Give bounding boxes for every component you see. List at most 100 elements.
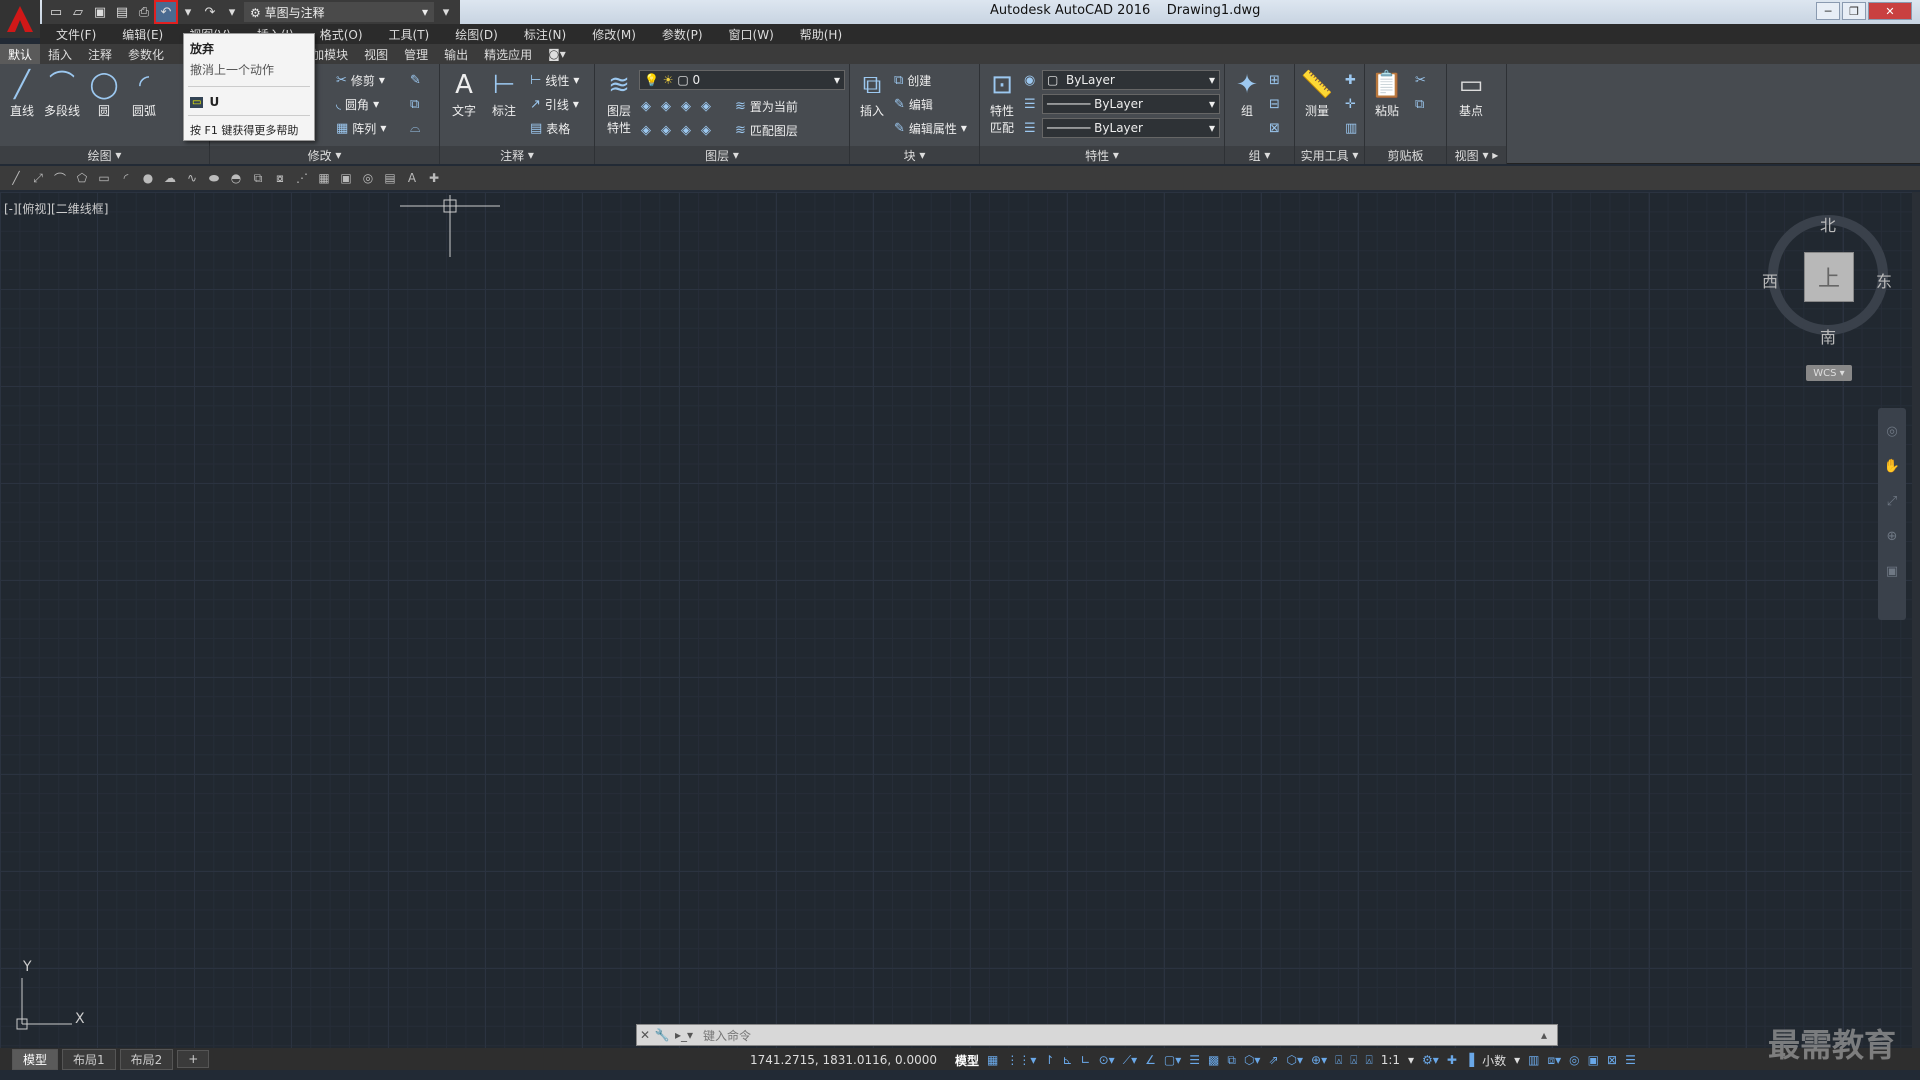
annotation-scale-icon[interactable]: ⍓ bbox=[1366, 1053, 1373, 1068]
chevron-down-icon[interactable]: ▾ bbox=[1408, 1053, 1414, 1067]
menu-draw[interactable]: 绘图(D) bbox=[455, 26, 498, 43]
tab-manage[interactable]: 管理 bbox=[396, 44, 436, 64]
object-snap-icon[interactable]: ▢▾ bbox=[1164, 1053, 1181, 1067]
group-button[interactable]: ✦ 组 bbox=[1227, 68, 1267, 119]
menu-dimension[interactable]: 标注(N) bbox=[524, 26, 566, 43]
tab-output[interactable]: 输出 bbox=[436, 44, 476, 64]
compass-south[interactable]: 南 bbox=[1820, 324, 1836, 348]
tab-default[interactable]: 默认 bbox=[0, 44, 41, 64]
line-button[interactable]: ╱ 直线 bbox=[2, 68, 42, 119]
model-space-toggle[interactable]: 模型 bbox=[955, 1052, 979, 1069]
gizmo-icon[interactable]: ⊕▾ bbox=[1311, 1053, 1327, 1067]
array-button[interactable]: ▦ 阵列 ▾ bbox=[336, 118, 386, 138]
dimension-button[interactable]: ⊢ 标注 bbox=[484, 68, 524, 119]
annotation-monitor-icon[interactable]: ✚ bbox=[1447, 1053, 1457, 1067]
text-button[interactable]: A 文字 bbox=[444, 68, 484, 119]
object-snap-tracking-icon[interactable]: ∠ bbox=[1145, 1053, 1156, 1067]
copy-clip-icon[interactable]: ⧉ bbox=[1415, 94, 1424, 114]
dynamic-input-icon[interactable]: ⊾ bbox=[1062, 1053, 1072, 1067]
redo-dropdown-icon[interactable]: ▾ bbox=[222, 2, 242, 22]
snap-icon[interactable]: ⋮⋮▾ bbox=[1006, 1053, 1036, 1067]
table-button[interactable]: ▤ 表格 bbox=[530, 118, 570, 138]
chevron-up-icon[interactable]: ▴ bbox=[1541, 1028, 1557, 1042]
layout-tab-2[interactable]: 布局2 bbox=[119, 1048, 174, 1070]
annotation-scale-value[interactable]: 1:1 bbox=[1381, 1053, 1400, 1067]
wcs-menu[interactable]: WCS ▾ bbox=[1806, 365, 1852, 381]
command-prompt-icon[interactable]: ▸_▾ bbox=[671, 1028, 697, 1042]
open-icon[interactable]: ▱ bbox=[68, 2, 88, 22]
layout-tab-1[interactable]: 布局1 bbox=[62, 1048, 116, 1070]
layer-dropdown[interactable]: 💡 ☀ ▢ 0 ▾ bbox=[639, 70, 845, 90]
paste-button[interactable]: 📋 粘贴 bbox=[1367, 68, 1407, 119]
linetype-icon[interactable]: ☰ bbox=[1024, 94, 1036, 114]
layer-freeze-icon[interactable]: ◈ bbox=[681, 99, 691, 114]
polar-icon[interactable]: ⊙▾ bbox=[1099, 1053, 1115, 1067]
insert-block-icon[interactable]: ⧉ bbox=[250, 170, 266, 186]
calculator-icon[interactable]: ▥ bbox=[1345, 118, 1357, 138]
insert-block-button[interactable]: ⧉ 插入 bbox=[852, 68, 892, 119]
ortho-icon[interactable]: ∟ bbox=[1081, 1053, 1091, 1067]
construction-line-icon[interactable]: ⤢ bbox=[30, 170, 46, 186]
match-layer-button[interactable]: ≋ 匹配图层 bbox=[735, 120, 798, 140]
polyline-button[interactable]: ⌒ 多段线 bbox=[42, 68, 82, 119]
customize-qat-icon[interactable]: ▾ bbox=[436, 2, 456, 22]
id-point-icon[interactable]: ✛ bbox=[1345, 94, 1356, 114]
new-icon[interactable]: ▭ bbox=[46, 2, 66, 22]
save-as-icon[interactable]: ▤ bbox=[112, 2, 132, 22]
panel-draw-title[interactable]: 绘图 ▾ bbox=[0, 146, 209, 164]
tab-annotate[interactable]: 注释 bbox=[80, 44, 120, 64]
layer-unisolate-icon[interactable]: ◈ bbox=[661, 123, 671, 138]
polyline-icon[interactable]: ⌒ bbox=[52, 170, 68, 186]
undo-dropdown-icon[interactable]: ▾ bbox=[178, 2, 198, 22]
erase-icon[interactable]: ✎ bbox=[410, 70, 421, 90]
ribbon-toggle-icon[interactable]: ◙▾ bbox=[540, 44, 574, 64]
3d-osnap-icon[interactable]: ⬡▾ bbox=[1244, 1053, 1261, 1067]
showmotion-icon[interactable]: ▣ bbox=[1886, 564, 1898, 579]
menu-file[interactable]: 文件(F) bbox=[56, 26, 96, 43]
menu-window[interactable]: 窗口(W) bbox=[729, 26, 774, 43]
circle-button[interactable]: ◯ 圆 bbox=[84, 68, 124, 119]
lock-ui-icon[interactable]: ⧈▾ bbox=[1548, 1053, 1562, 1068]
vertical-scrollbar[interactable] bbox=[1912, 192, 1920, 1048]
spline-icon[interactable]: ∿ bbox=[184, 170, 200, 186]
menu-format[interactable]: 格式(O) bbox=[320, 26, 363, 43]
measure-button[interactable]: 📏 测量 bbox=[1297, 68, 1337, 119]
isolate-objects-icon[interactable]: ◎ bbox=[1569, 1053, 1579, 1067]
annotation-visibility-icon[interactable]: ⍓ bbox=[1335, 1053, 1342, 1068]
drawing-canvas[interactable] bbox=[0, 192, 1912, 1048]
workspace-selector[interactable]: ⚙ 草图与注释 ▾ bbox=[244, 2, 434, 22]
linear-button[interactable]: ⊢ 线性 ▾ bbox=[530, 70, 579, 90]
color-wheel-icon[interactable]: ◉ bbox=[1024, 70, 1035, 90]
mtext-icon[interactable]: A bbox=[404, 170, 420, 186]
steering-wheel-icon[interactable]: ◎ bbox=[1886, 424, 1897, 439]
lineweight-icon[interactable]: ☰ bbox=[1024, 118, 1036, 138]
fillet-button[interactable]: ◟ 圆角 ▾ bbox=[336, 94, 379, 114]
offset-icon[interactable]: ⌓ bbox=[410, 118, 420, 138]
quick-properties-icon[interactable]: ▥ bbox=[1528, 1053, 1539, 1067]
layer-properties-button[interactable]: ≋ 图层 特性 bbox=[599, 68, 639, 136]
arc-button[interactable]: ◜ 圆弧 bbox=[124, 68, 164, 119]
copy-icon[interactable]: ⧉ bbox=[410, 94, 419, 114]
compass-east[interactable]: 东 bbox=[1876, 268, 1892, 292]
auto-scale-icon[interactable]: ⍓ bbox=[1350, 1053, 1357, 1068]
minimize-button[interactable]: ─ bbox=[1816, 2, 1840, 20]
panel-view-title[interactable]: 视图 ▾ ▸ bbox=[1447, 146, 1506, 164]
viewport-controls[interactable]: [-][俯视][二维线框] bbox=[4, 200, 108, 217]
infer-constraints-icon[interactable]: ↾ bbox=[1044, 1053, 1054, 1067]
undo-icon[interactable]: ↶ bbox=[154, 0, 178, 24]
gradient-icon[interactable]: ▣ bbox=[338, 170, 354, 186]
base-point-button[interactable]: ▭ 基点 bbox=[1451, 68, 1491, 119]
grid-icon[interactable]: ▦ bbox=[987, 1053, 998, 1067]
panel-utilities-title[interactable]: 实用工具 ▾ bbox=[1295, 146, 1364, 164]
group-edit-icon[interactable]: ⊟ bbox=[1269, 94, 1280, 114]
edit-block-button[interactable]: ✎ 编辑 bbox=[894, 94, 933, 114]
layout-tab-model[interactable]: 模型 bbox=[12, 1048, 59, 1070]
panel-annotation-title[interactable]: 注释 ▾ bbox=[440, 146, 594, 164]
units-icon[interactable]: ▐ bbox=[1465, 1053, 1474, 1067]
units-value[interactable]: 小数 bbox=[1482, 1052, 1506, 1069]
clean-screen-icon[interactable]: ⊠ bbox=[1607, 1053, 1617, 1067]
layer-lock-icon[interactable]: ◈ bbox=[701, 99, 711, 114]
layer-unlock-icon[interactable]: ◈ bbox=[701, 123, 711, 138]
workspace-switch-icon[interactable]: ⚙▾ bbox=[1422, 1053, 1439, 1067]
table-icon[interactable]: ▤ bbox=[382, 170, 398, 186]
